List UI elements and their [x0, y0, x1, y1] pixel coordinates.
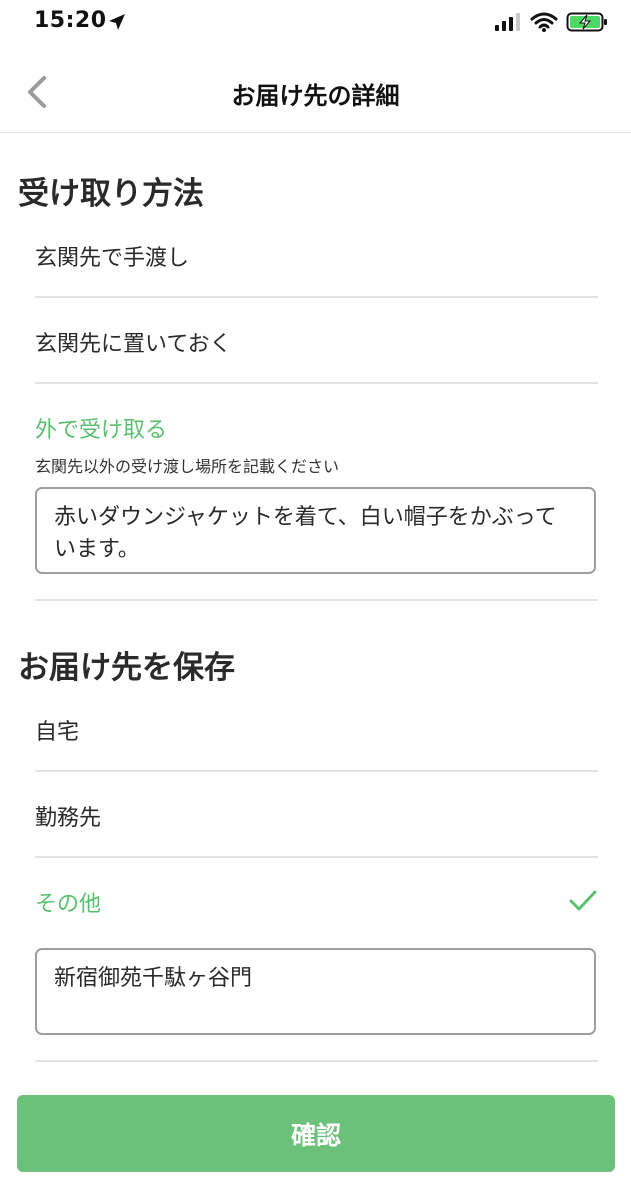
- location-arrow-icon: [109, 14, 125, 30]
- battery-charging-icon: [566, 12, 607, 32]
- location-hint: 玄関先以外の受け渡し場所を記載ください: [35, 457, 340, 476]
- option-hand-deliver[interactable]: 玄関先で手渡し: [35, 212, 598, 298]
- option-other[interactable]: その他: [35, 858, 598, 944]
- nav-bar: お届け先の詳細: [0, 44, 631, 133]
- wifi-icon: [530, 12, 558, 32]
- status-time: 15:20: [34, 8, 107, 33]
- option-label: 勤務先: [35, 806, 102, 831]
- divider: [35, 599, 598, 601]
- divider: [35, 1060, 598, 1062]
- location-note-field[interactable]: 赤いダウンジャケットを着て、白い帽子をかぶっています。: [35, 487, 596, 574]
- checkmark-icon: [569, 890, 597, 911]
- option-home[interactable]: 自宅: [35, 686, 598, 772]
- option-label: 自宅: [35, 720, 80, 745]
- cellular-signal-icon: [495, 13, 520, 31]
- option-work[interactable]: 勤務先: [35, 772, 598, 858]
- page-title: お届け先の詳細: [231, 82, 400, 110]
- status-bar: 15:20: [0, 0, 631, 44]
- other-name-field[interactable]: 新宿御苑千駄ヶ谷門: [35, 948, 596, 1035]
- option-label: 玄関先で手渡し: [35, 246, 190, 271]
- option-label: その他: [35, 892, 102, 917]
- option-label: 外で受け取る: [35, 418, 168, 443]
- save-destination-title: お届け先を保存: [18, 650, 235, 686]
- option-label: 玄関先に置いておく: [35, 332, 232, 357]
- option-receive-outside[interactable]: 外で受け取る: [35, 384, 598, 444]
- confirm-button[interactable]: 確認: [17, 1095, 615, 1172]
- option-leave-at-door[interactable]: 玄関先に置いておく: [35, 298, 598, 384]
- receive-method-title: 受け取り方法: [18, 176, 204, 212]
